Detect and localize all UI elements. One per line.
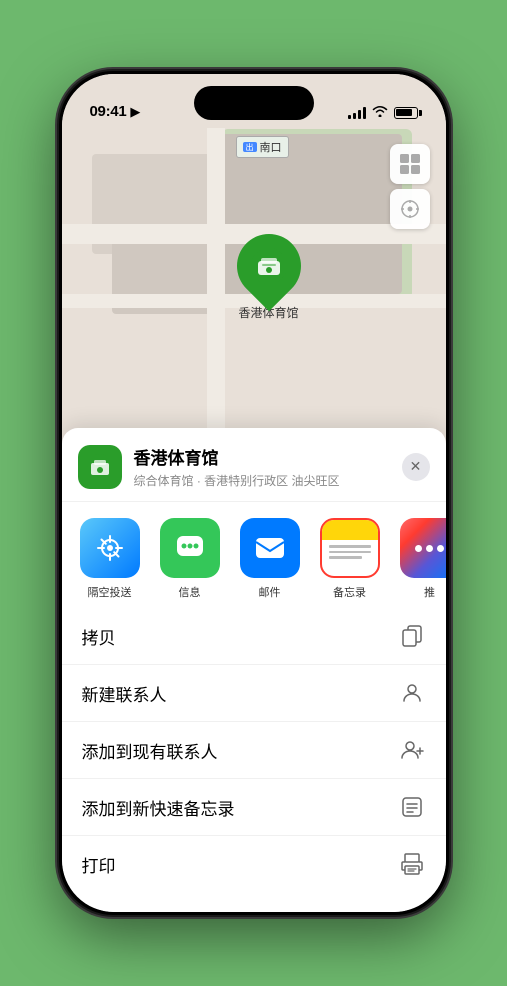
copy-label: 拷贝 [82, 624, 116, 649]
action-item-print[interactable]: 打印 [62, 836, 446, 892]
map-type-button[interactable] [390, 144, 430, 184]
venue-name: 香港体育馆 [134, 444, 402, 469]
add-note-label: 添加到新快速备忘录 [82, 795, 235, 820]
status-time: 09:41 [90, 103, 127, 120]
print-icon [398, 850, 426, 878]
messages-icon [160, 518, 220, 578]
share-row: 隔空投送 信息 [62, 502, 446, 608]
pin-bubble [223, 221, 314, 312]
share-item-more[interactable]: 推 [394, 518, 446, 600]
venue-header: 香港体育馆 综合体育馆 · 香港特别行政区 油尖旺区 ✕ [62, 428, 446, 502]
messages-label: 信息 [179, 584, 201, 600]
signal-bars-icon [348, 107, 366, 119]
status-icons [348, 105, 418, 120]
phone-frame: 09:41 ▶ [59, 71, 449, 915]
location-button[interactable] [390, 189, 430, 229]
action-item-add-note[interactable]: 添加到新快速备忘录 [62, 779, 446, 836]
bottom-sheet: 香港体育馆 综合体育馆 · 香港特别行政区 油尖旺区 ✕ [62, 428, 446, 912]
venue-subtitle: 综合体育馆 · 香港特别行政区 油尖旺区 [134, 472, 402, 489]
airdrop-icon [80, 518, 140, 578]
pin-inner [243, 240, 295, 292]
new-contact-icon [398, 679, 426, 707]
share-item-mail[interactable]: 邮件 [234, 518, 306, 600]
share-item-airdrop[interactable]: 隔空投送 [74, 518, 146, 600]
wifi-icon [372, 105, 388, 120]
add-note-icon [398, 793, 426, 821]
add-existing-icon [398, 736, 426, 764]
map-label: 出 南口 [236, 136, 289, 158]
venue-info: 香港体育馆 综合体育馆 · 香港特别行政区 油尖旺区 [134, 444, 402, 489]
new-contact-label: 新建联系人 [82, 681, 167, 706]
action-item-add-existing[interactable]: 添加到现有联系人 [62, 722, 446, 779]
airdrop-label: 隔空投送 [88, 584, 132, 600]
notes-icon [320, 518, 380, 578]
share-item-notes[interactable]: 备忘录 [314, 518, 386, 600]
map-controls [390, 144, 430, 230]
share-item-messages[interactable]: 信息 [154, 518, 226, 600]
close-button[interactable]: ✕ [402, 453, 430, 481]
action-item-new-contact[interactable]: 新建联系人 [62, 665, 446, 722]
map-label-icon: 出 [243, 142, 257, 152]
more-label: 推 [424, 584, 435, 600]
location-pin: 香港体育馆 [237, 234, 301, 321]
copy-icon [398, 622, 426, 650]
location-arrow-icon: ▶ [130, 104, 140, 120]
notes-label: 备忘录 [333, 584, 366, 600]
venue-icon [78, 445, 122, 489]
battery-icon [394, 107, 418, 119]
print-label: 打印 [82, 852, 116, 877]
action-list: 拷贝 新建联系人 [62, 608, 446, 892]
mail-icon [240, 518, 300, 578]
dynamic-island [194, 86, 314, 120]
action-item-copy[interactable]: 拷贝 [62, 608, 446, 665]
phone-inner: 09:41 ▶ [62, 74, 446, 912]
add-existing-label: 添加到现有联系人 [82, 738, 218, 763]
more-icon [400, 518, 446, 578]
mail-label: 邮件 [259, 584, 281, 600]
